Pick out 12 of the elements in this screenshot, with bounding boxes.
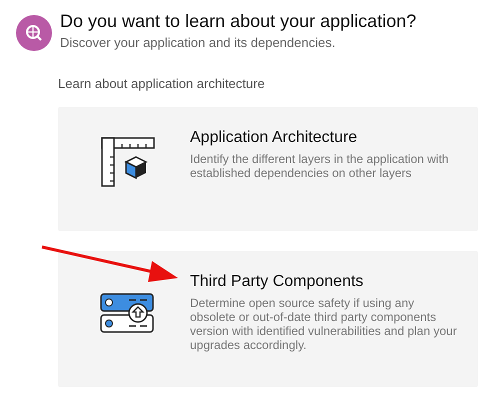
section-label: Learn about application architecture xyxy=(58,76,266,91)
card-title: Application Architecture xyxy=(190,129,358,147)
card-description: Identify the different layers in the application with established dependencies on other layers xyxy=(190,152,450,180)
page-subtitle: Discover your application and its dependencies. xyxy=(60,35,336,50)
option-card[interactable]: Third Party Components Determine open source safety if using any obsolete or out-of-date third party components version with identified vulnerabilities and plan your upgrades accordingly. xyxy=(58,251,478,387)
page-title: Do you want to learn about your application? xyxy=(60,10,416,32)
server-upload-icon xyxy=(100,293,156,335)
app-avatar-icon xyxy=(16,15,52,51)
card-title: Third Party Components xyxy=(190,273,364,291)
ruler-cube-icon xyxy=(100,137,156,187)
card-description: Determine open source safety if using any obsolete or out-of-date third party components version with identified vulnerabilities and plan your upgrades accordingly. xyxy=(190,296,458,352)
option-card[interactable]: Application Architecture Identify the different layers in the application with established dependencies on other layers xyxy=(58,107,478,231)
